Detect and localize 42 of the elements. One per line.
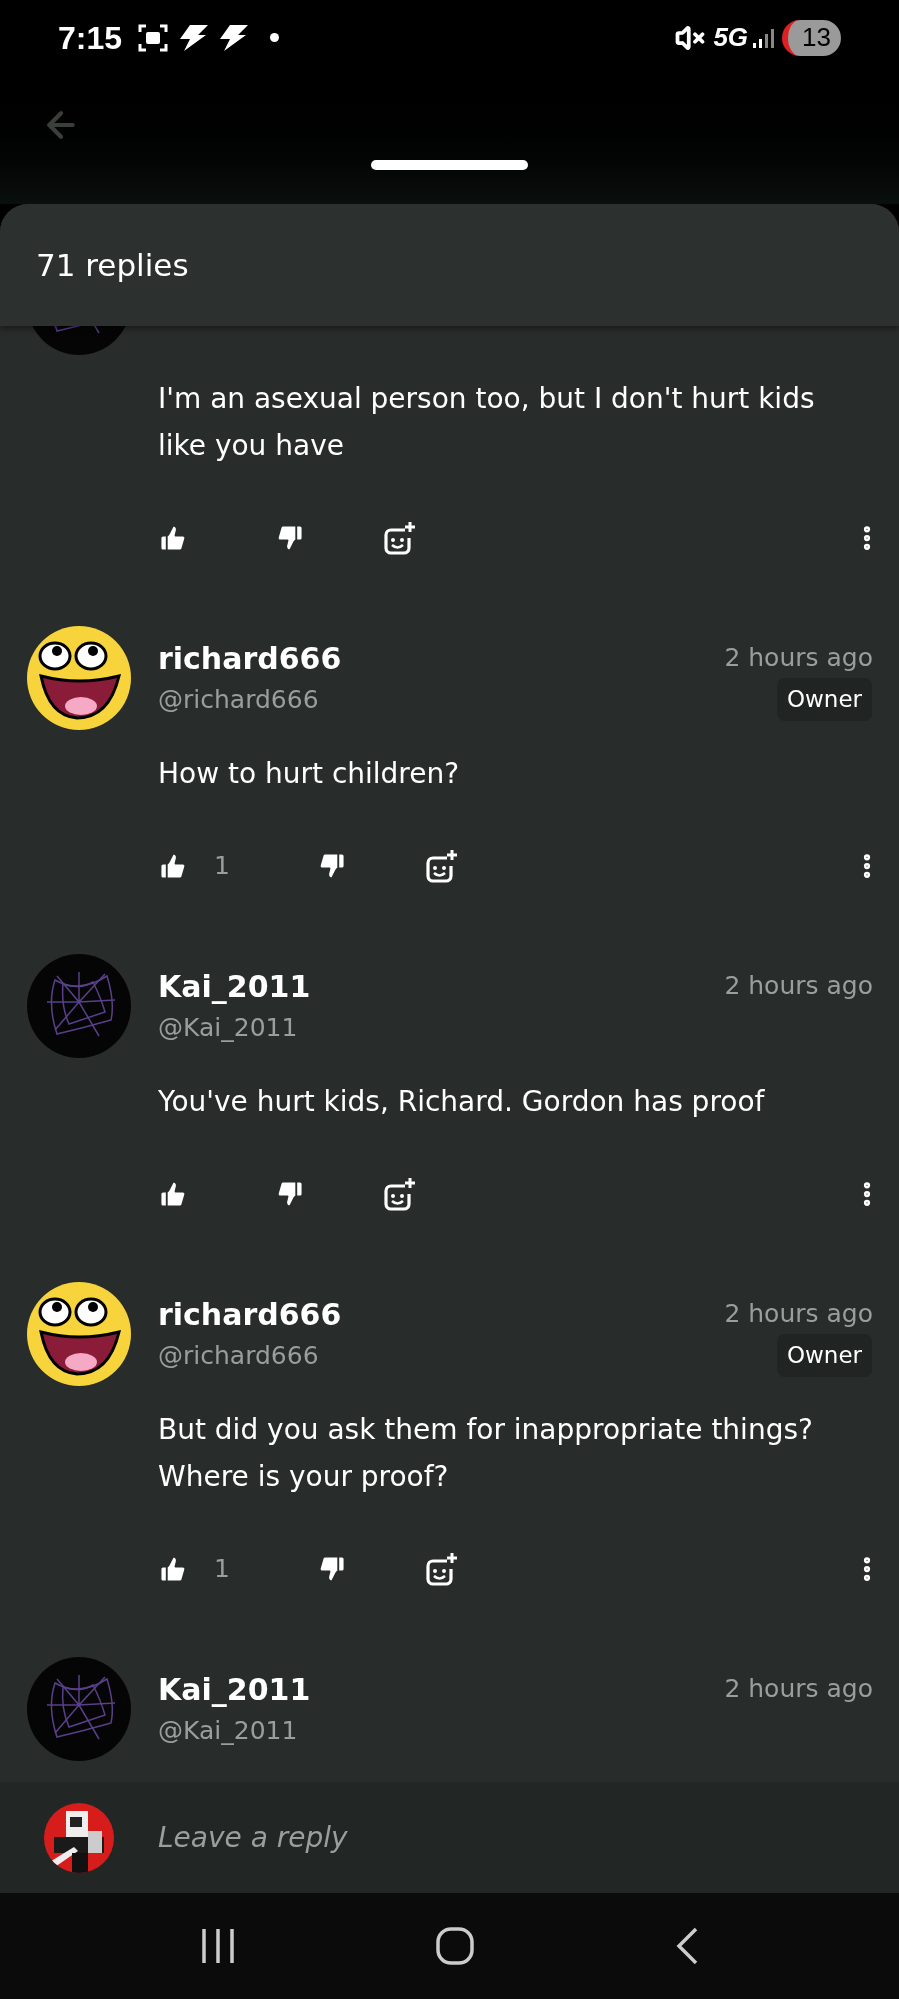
like-icon[interactable]	[158, 851, 188, 881]
screenshot-icon	[138, 23, 169, 52]
like-icon[interactable]	[158, 523, 188, 553]
like-count: 1	[214, 850, 230, 883]
add-reaction-icon[interactable]	[424, 848, 459, 884]
add-reaction-icon[interactable]	[424, 1551, 459, 1587]
comment-text: But did you ask them for inappropriate things? Where is your proof?	[158, 1412, 814, 1495]
back-icon[interactable]	[674, 1927, 699, 1965]
like-count: 1	[214, 1553, 230, 1586]
dislike-icon[interactable]	[275, 523, 305, 553]
network-type: 5G	[713, 21, 749, 54]
reply-field[interactable]: Leave a reply	[158, 1816, 855, 1859]
user-handle: @Kai_2011	[158, 1714, 298, 1747]
add-reaction-icon[interactable]	[383, 520, 417, 556]
dislike-icon[interactable]	[275, 1179, 305, 1209]
username[interactable]: richard666	[158, 1291, 342, 1337]
sheet-title: 71 replies	[36, 245, 189, 285]
owner-badge: Owner	[776, 678, 872, 721]
recent-apps-icon[interactable]	[200, 1927, 235, 1965]
comment-text: I'm an asexual person too, but I don't hurt kids like you have	[158, 381, 816, 464]
timestamp: 2 hours ago	[724, 970, 873, 1003]
home-icon[interactable]	[435, 1927, 474, 1965]
owner-badge: Owner	[776, 1334, 872, 1377]
username[interactable]: richard666	[158, 635, 342, 681]
timestamp: 2 hours ago	[724, 1298, 873, 1331]
user-handle: @Kai_2011	[158, 1011, 298, 1044]
reply-bar[interactable]: Leave a reply	[0, 1782, 899, 1893]
clock: 7:15	[58, 18, 123, 58]
timestamp: 2 hours ago	[724, 642, 873, 675]
like-icon[interactable]	[158, 1554, 188, 1584]
add-reaction-icon[interactable]	[383, 1176, 417, 1212]
user-handle: @richard666	[158, 1339, 319, 1372]
drag-handle[interactable]	[371, 160, 528, 170]
comment-text: You've hurt kids, Richard. Gordon has proof	[158, 1084, 766, 1120]
username[interactable]: Kai_2011	[158, 1666, 311, 1712]
username[interactable]: Kai_2011	[158, 963, 311, 1009]
signal-icon	[752, 26, 775, 49]
battery-indicator: 13	[782, 19, 841, 56]
user-handle: @richard666	[158, 683, 319, 716]
like-icon[interactable]	[158, 1179, 188, 1209]
comment-text: How to hurt children?	[158, 756, 461, 792]
timestamp: 2 hours ago	[724, 1673, 873, 1706]
